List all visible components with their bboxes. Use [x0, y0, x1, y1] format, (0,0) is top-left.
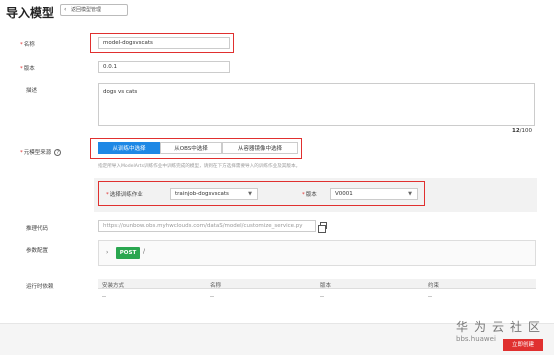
name-input[interactable]: model-dogsvscats: [98, 37, 230, 49]
column-header: 安装方式: [102, 283, 125, 289]
tab-from-container-image[interactable]: 从容器镜像中选择: [222, 142, 298, 154]
job-version-select[interactable]: V0001 ▼: [330, 188, 418, 200]
back-to-model-management-button[interactable]: ‹ 返回模型管理: [60, 4, 128, 16]
back-button-label: 返回模型管理: [71, 7, 102, 13]
table-cell: --: [102, 294, 106, 300]
expand-chevron-icon[interactable]: ›: [106, 249, 108, 256]
params-label: 参数配置: [26, 248, 49, 254]
table-cell: --: [428, 294, 432, 300]
training-job-label: *选择训练作业: [106, 192, 143, 198]
training-job-value: trainjob-dogsvscats: [175, 191, 229, 197]
inference-code-label: 推理代码: [26, 226, 49, 232]
source-hint: 指定所导入ModelArts训练作业中训练完成的模型，请到在下方选择需要导入的训…: [98, 164, 301, 169]
copy-icon[interactable]: [318, 222, 327, 233]
description-counter: 12/100: [512, 128, 533, 134]
runtime-deps-table-header: 安装方式 名称 版本 约束: [98, 279, 536, 289]
description-label: 描述: [26, 88, 38, 94]
chevron-down-icon: ▼: [408, 191, 412, 197]
runtime-deps-label: 运行时依赖: [26, 284, 54, 290]
version-label: *版本: [20, 66, 35, 72]
help-icon[interactable]: ?: [54, 149, 62, 156]
page-title: 导入模型: [6, 6, 55, 20]
inference-code-input[interactable]: https://ounbow.obs.myhwclouds.com/dataS/…: [98, 220, 316, 232]
tab-from-obs[interactable]: 从OBS中选择: [160, 142, 222, 154]
job-version-label: *版本: [302, 192, 317, 198]
params-path: /: [143, 248, 146, 255]
column-header: 名称: [210, 283, 222, 289]
submit-button[interactable]: 立即创建: [503, 339, 543, 351]
table-cell: --: [210, 294, 214, 300]
name-label: *名称: [20, 42, 35, 48]
column-header: 约束: [428, 283, 440, 289]
version-input[interactable]: 0.0.1: [98, 61, 230, 73]
description-textarea[interactable]: dogs vs cats: [98, 83, 535, 126]
job-version-value: V0001: [335, 191, 353, 197]
source-label: *元模型来源?: [20, 148, 62, 156]
watermark-url: bbs.huawei: [456, 335, 496, 343]
training-job-select[interactable]: trainjob-dogsvscats ▼: [170, 188, 258, 200]
table-cell: --: [320, 294, 324, 300]
tab-from-training[interactable]: 从训练中选择: [98, 142, 160, 154]
chevron-left-icon: ‹: [64, 6, 67, 13]
table-row: -- -- -- --: [98, 292, 536, 302]
chevron-down-icon: ▼: [248, 191, 252, 197]
column-header: 版本: [320, 283, 332, 289]
params-box: [98, 240, 536, 266]
post-method-badge[interactable]: POST: [116, 247, 140, 259]
watermark-title: 华为云社区: [456, 320, 547, 334]
